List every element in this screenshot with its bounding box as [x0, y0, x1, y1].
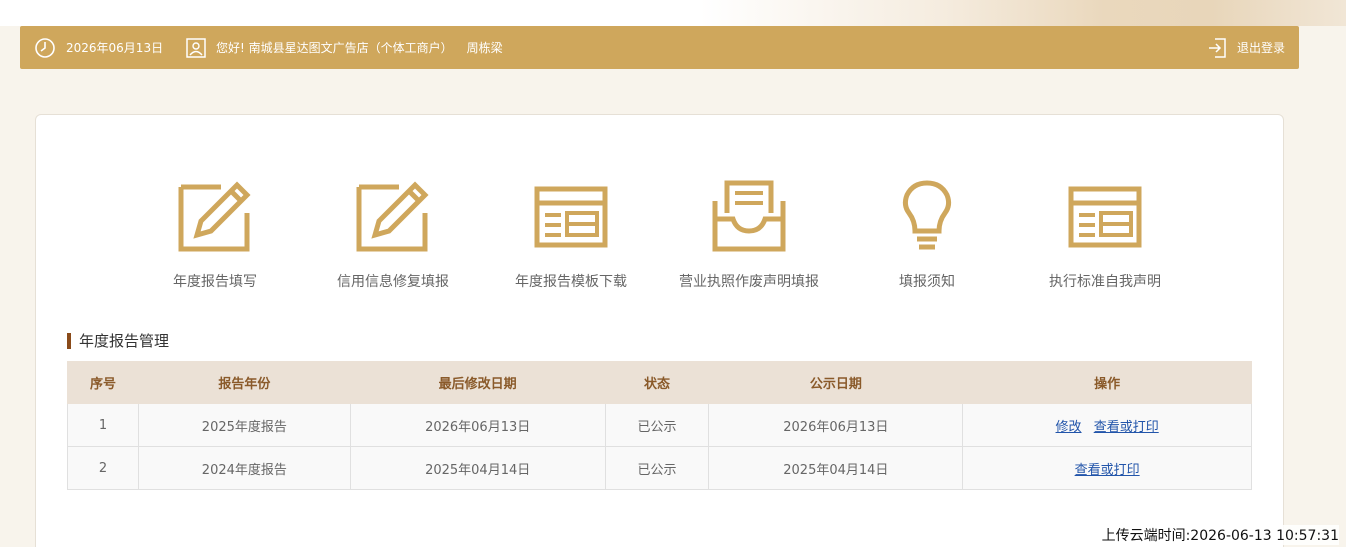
nav-credit-repair[interactable]: 信用信息修复填报	[308, 177, 478, 307]
cell-year: 2024年度报告	[137, 446, 351, 490]
cell-status: 已公示	[604, 403, 710, 447]
nav-label: 营业执照作废声明填报	[679, 274, 819, 290]
greeting-text: 您好! 南城县星达图文广告店（个体工商户）	[216, 41, 453, 55]
user-badge-icon	[186, 37, 206, 59]
nav-label: 信用信息修复填报	[337, 274, 449, 290]
report-table: 序号 报告年份 最后修改日期 状态 公示日期 操作 1 2025年度报告 202…	[67, 361, 1252, 490]
nav-label: 年度报告模板下载	[515, 274, 627, 290]
nav-annual-report-fill[interactable]: 年度报告填写	[130, 177, 300, 307]
cell-status: 已公示	[604, 446, 710, 490]
nav-label: 执行标准自我声明	[1049, 274, 1161, 290]
table-row: 1 2025年度报告 2026年06月13日 已公示 2026年06月13日 修…	[67, 403, 1252, 447]
logout-button[interactable]: 退出登录	[1207, 26, 1285, 69]
upload-timestamp: 上传云端时间:2026-06-13 10:57:31	[1101, 525, 1339, 545]
user-name: 周栋梁	[466, 41, 503, 55]
user-greeting: 您好! 南城县星达图文广告店（个体工商户） 周栋梁	[186, 26, 503, 69]
inbox-tray-icon	[664, 177, 834, 257]
template-window-icon	[486, 177, 656, 257]
template-window-icon	[1020, 177, 1190, 257]
cell-actions: 修改 查看或打印	[962, 403, 1252, 447]
cell-actions: 查看或打印	[962, 446, 1252, 490]
edit-pencil-icon	[308, 177, 478, 257]
col-header-publish: 公示日期	[708, 361, 964, 404]
current-date: 2026年06月13日	[66, 41, 164, 55]
top-banner-strip	[0, 0, 1346, 26]
clock-icon	[34, 37, 56, 59]
edit-link[interactable]: 修改	[1056, 420, 1082, 435]
view-print-link[interactable]: 查看或打印	[1094, 420, 1159, 435]
cell-modified: 2026年06月13日	[349, 403, 606, 447]
logout-icon	[1207, 37, 1227, 59]
nav-label: 填报须知	[899, 274, 955, 290]
nav-filing-notice[interactable]: 填报须知	[842, 177, 1012, 307]
lightbulb-icon	[842, 177, 1012, 257]
table-row: 2 2024年度报告 2025年04月14日 已公示 2025年04月14日 查…	[67, 446, 1252, 490]
cell-publish: 2025年04月14日	[708, 446, 964, 490]
nav-template-download[interactable]: 年度报告模板下载	[486, 177, 656, 307]
view-print-link[interactable]: 查看或打印	[1075, 463, 1140, 478]
nav-standard-declaration[interactable]: 执行标准自我声明	[1020, 177, 1190, 307]
table-header-row: 序号 报告年份 最后修改日期 状态 公示日期 操作	[67, 361, 1252, 404]
cell-modified: 2025年04月14日	[349, 446, 606, 490]
section-title: 年度报告管理	[67, 333, 169, 349]
main-card: 年度报告填写 信用信息修复填报 年度报告模板下载 营业执照作废声明填报 填报须知…	[35, 114, 1284, 547]
nav-license-void[interactable]: 营业执照作废声明填报	[664, 177, 834, 307]
col-header-index: 序号	[67, 361, 139, 404]
logout-label: 退出登录	[1236, 41, 1285, 55]
date-display: 2026年06月13日	[34, 26, 163, 69]
header-bar: 2026年06月13日 您好! 南城县星达图文广告店（个体工商户） 周栋梁 退出…	[20, 26, 1299, 69]
cell-index: 2	[67, 446, 139, 490]
col-header-status: 状态	[604, 361, 710, 404]
col-header-modified: 最后修改日期	[349, 361, 606, 404]
col-header-actions: 操作	[962, 361, 1252, 404]
col-header-year: 报告年份	[137, 361, 351, 404]
edit-pencil-icon	[130, 177, 300, 257]
cell-publish: 2026年06月13日	[708, 403, 964, 447]
cell-year: 2025年度报告	[137, 403, 351, 447]
nav-label: 年度报告填写	[173, 274, 257, 290]
cell-index: 1	[67, 403, 139, 447]
